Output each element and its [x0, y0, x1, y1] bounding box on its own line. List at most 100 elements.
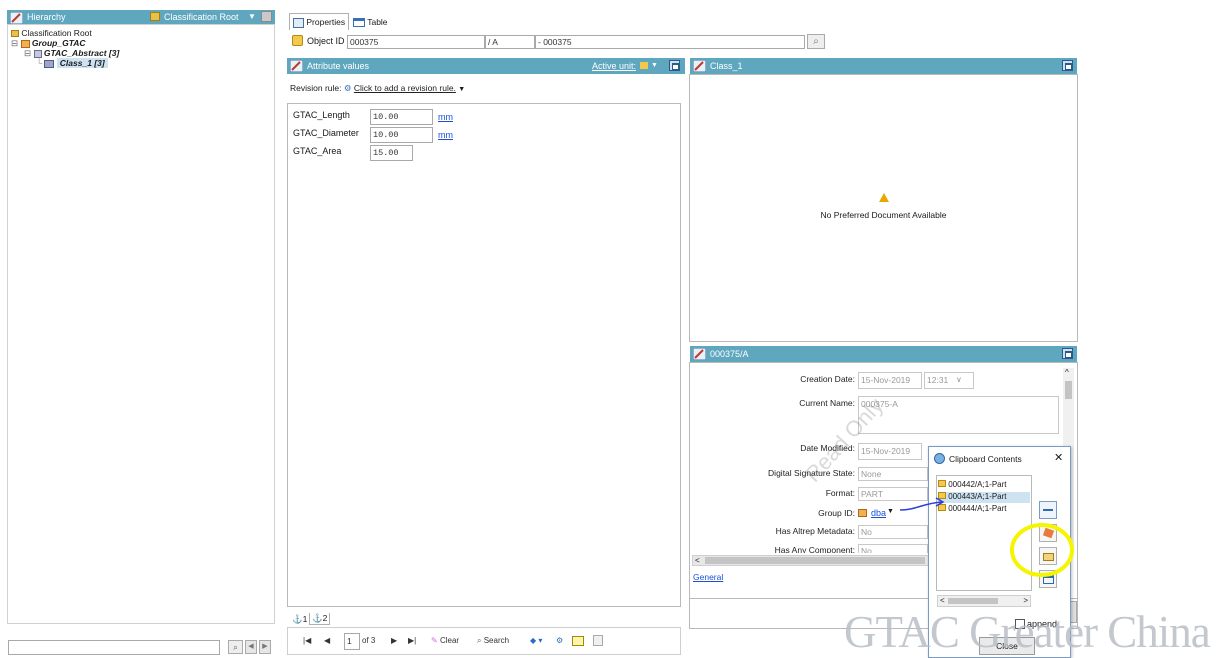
- class-panel-header: Class_1: [690, 58, 1077, 74]
- item-revision-icon: [292, 35, 303, 46]
- tree-item-group-gtac[interactable]: ⊟ Group_GTAC: [11, 38, 86, 48]
- search-icon[interactable]: ⌕: [807, 34, 825, 49]
- property-label: Has Altrep Metadata:: [775, 526, 855, 536]
- any-component-field[interactable]: No: [858, 544, 928, 553]
- class-icon: [44, 59, 55, 68]
- attribute-values-title: Attribute values: [307, 61, 370, 71]
- attribute-value-input[interactable]: 10.00: [370, 127, 433, 143]
- attribute-icon: [290, 60, 303, 72]
- next-page-button[interactable]: ▶: [391, 634, 397, 648]
- attribute-value-input[interactable]: 15.00: [370, 145, 413, 161]
- chevron-down-icon[interactable]: ▼: [458, 86, 465, 93]
- attribute-value-input[interactable]: 10.00: [370, 109, 433, 125]
- collapse-icon[interactable]: ⊟: [11, 38, 18, 48]
- attribute-row-area: GTAC_Area 15.00: [293, 144, 593, 162]
- classification-root-icon: [150, 12, 160, 21]
- revision-rule-row: Revision rule: ⚙ Click to add a revision…: [290, 81, 465, 95]
- hierarchy-title: Hierarchy: [27, 12, 66, 22]
- attribute-page-tab-2[interactable]: ⚓2: [309, 613, 331, 625]
- group-id-link[interactable]: dba: [871, 508, 886, 518]
- hierarchy-header: Hierarchy Classification Root ▼: [7, 10, 275, 24]
- clipboard-item[interactable]: 000444/A;1-Part: [938, 504, 1030, 515]
- navigate-icon[interactable]: ◆ ▾: [530, 634, 542, 648]
- collapse-icon[interactable]: ⊟: [24, 48, 31, 58]
- creation-date-field[interactable]: 15-Nov-2019: [858, 372, 922, 389]
- class-panel-area: [689, 74, 1078, 342]
- tree-item-label: Classification Root: [21, 28, 92, 38]
- current-name-field[interactable]: 000375-A: [858, 396, 1059, 434]
- abstract-class-icon: [33, 49, 42, 58]
- first-page-button[interactable]: |◀: [303, 634, 311, 648]
- chevron-down-icon[interactable]: ∨: [956, 375, 962, 384]
- property-label: Creation Date:: [800, 374, 855, 384]
- attribute-row-diameter: GTAC_Diameter 10.00 mm: [293, 126, 593, 144]
- object-id-row: Object ID 000375 / A - 000375 ⌕: [290, 34, 1080, 50]
- clear-button[interactable]: ✎ Clear: [431, 634, 459, 648]
- hierarchy-maximize-button[interactable]: [261, 11, 272, 22]
- revision-field[interactable]: / A: [485, 35, 535, 49]
- class-panel-title: Class_1: [710, 61, 743, 71]
- object-id-field[interactable]: 000375: [347, 35, 485, 49]
- revision-rule-icon: ⚙: [343, 83, 352, 93]
- tree-item-classification-root[interactable]: Classification Root: [11, 28, 92, 38]
- chevron-down-icon[interactable]: ▼: [651, 58, 658, 74]
- class-panel-icon: [693, 60, 706, 72]
- general-tab-link[interactable]: General: [693, 572, 723, 582]
- revision-panel-header: 000375/A: [690, 346, 1077, 362]
- last-page-button[interactable]: ▶|: [408, 634, 416, 648]
- add-revision-rule-link[interactable]: Click to add a revision rule.: [354, 83, 456, 93]
- altrep-metadata-field[interactable]: No: [858, 525, 928, 539]
- unit-link[interactable]: mm: [438, 112, 453, 122]
- tab-table[interactable]: Table: [350, 14, 391, 30]
- property-label: Format:: [825, 488, 855, 498]
- clipboard-title: Clipboard Contents: [949, 454, 1022, 464]
- attribute-name: GTAC_Diameter: [293, 128, 359, 138]
- creation-time-field[interactable]: 12:31: [924, 372, 974, 389]
- attribute-page-tab-1[interactable]: ⚓1: [292, 614, 307, 625]
- brand-watermark: GTAC Greater China: [844, 607, 1211, 657]
- tree-item-class-1[interactable]: └ Class_1 [3]: [36, 58, 108, 68]
- clipboard-item[interactable]: 000443/A;1-Part: [938, 492, 1030, 503]
- date-modified-field[interactable]: 15-Nov-2019: [858, 443, 922, 460]
- folder-icon: [11, 30, 19, 38]
- active-unit-link[interactable]: Active unit:: [592, 58, 636, 74]
- unit-icon[interactable]: [640, 62, 648, 69]
- annotation-arrow: [899, 497, 945, 511]
- property-label: Current Name:: [799, 398, 855, 408]
- revision-rule-label: Revision rule:: [290, 83, 342, 93]
- list-icon[interactable]: [593, 635, 603, 646]
- object-id-label: Object ID: [307, 36, 345, 46]
- attribute-maximize-button[interactable]: [669, 60, 680, 71]
- group-icon: [20, 39, 30, 48]
- revision-rule-icon[interactable]: ⚙: [556, 634, 563, 648]
- previous-result-button[interactable]: ◀: [245, 640, 257, 654]
- previous-page-button[interactable]: ◀: [324, 634, 330, 648]
- units-icon[interactable]: [572, 636, 584, 646]
- clipboard-item[interactable]: 000442/A;1-Part: [938, 480, 1030, 491]
- search-icon[interactable]: ⌕: [228, 640, 243, 654]
- signature-state-field[interactable]: None: [858, 467, 928, 481]
- close-icon[interactable]: ✕: [1054, 451, 1063, 464]
- chevron-down-icon[interactable]: ▼: [248, 10, 256, 24]
- hierarchy-icon: [10, 12, 23, 24]
- tab-properties[interactable]: Properties: [289, 13, 350, 30]
- tree-item-gtac-abstract[interactable]: ⊟ GTAC_Abstract [3]: [24, 48, 119, 58]
- search-button[interactable]: ⌕ Search: [477, 634, 509, 648]
- hierarchy-root-label[interactable]: Classification Root: [164, 10, 239, 24]
- remove-item-button[interactable]: [1039, 501, 1057, 519]
- tree-item-label: Group_GTAC: [31, 38, 86, 48]
- anchor-icon: ⚓: [312, 613, 323, 623]
- revision-panel-maximize-button[interactable]: [1062, 348, 1073, 359]
- clipboard-title-bar: Clipboard Contents ✕: [929, 447, 1070, 469]
- next-result-button[interactable]: ▶: [259, 640, 271, 654]
- chevron-down-icon[interactable]: ▼: [887, 508, 894, 515]
- object-name-field[interactable]: - 000375: [535, 35, 805, 49]
- revision-panel-title: 000375/A: [710, 349, 749, 359]
- revision-horizontal-scrollbar[interactable]: <: [692, 555, 932, 566]
- hierarchy-search-input[interactable]: [8, 640, 220, 655]
- anchor-icon: ⚓: [292, 614, 303, 624]
- unit-link[interactable]: mm: [438, 130, 453, 140]
- page-number-input[interactable]: 1: [344, 633, 360, 650]
- class-panel-maximize-button[interactable]: [1062, 60, 1073, 71]
- attribute-values-area: [287, 103, 681, 607]
